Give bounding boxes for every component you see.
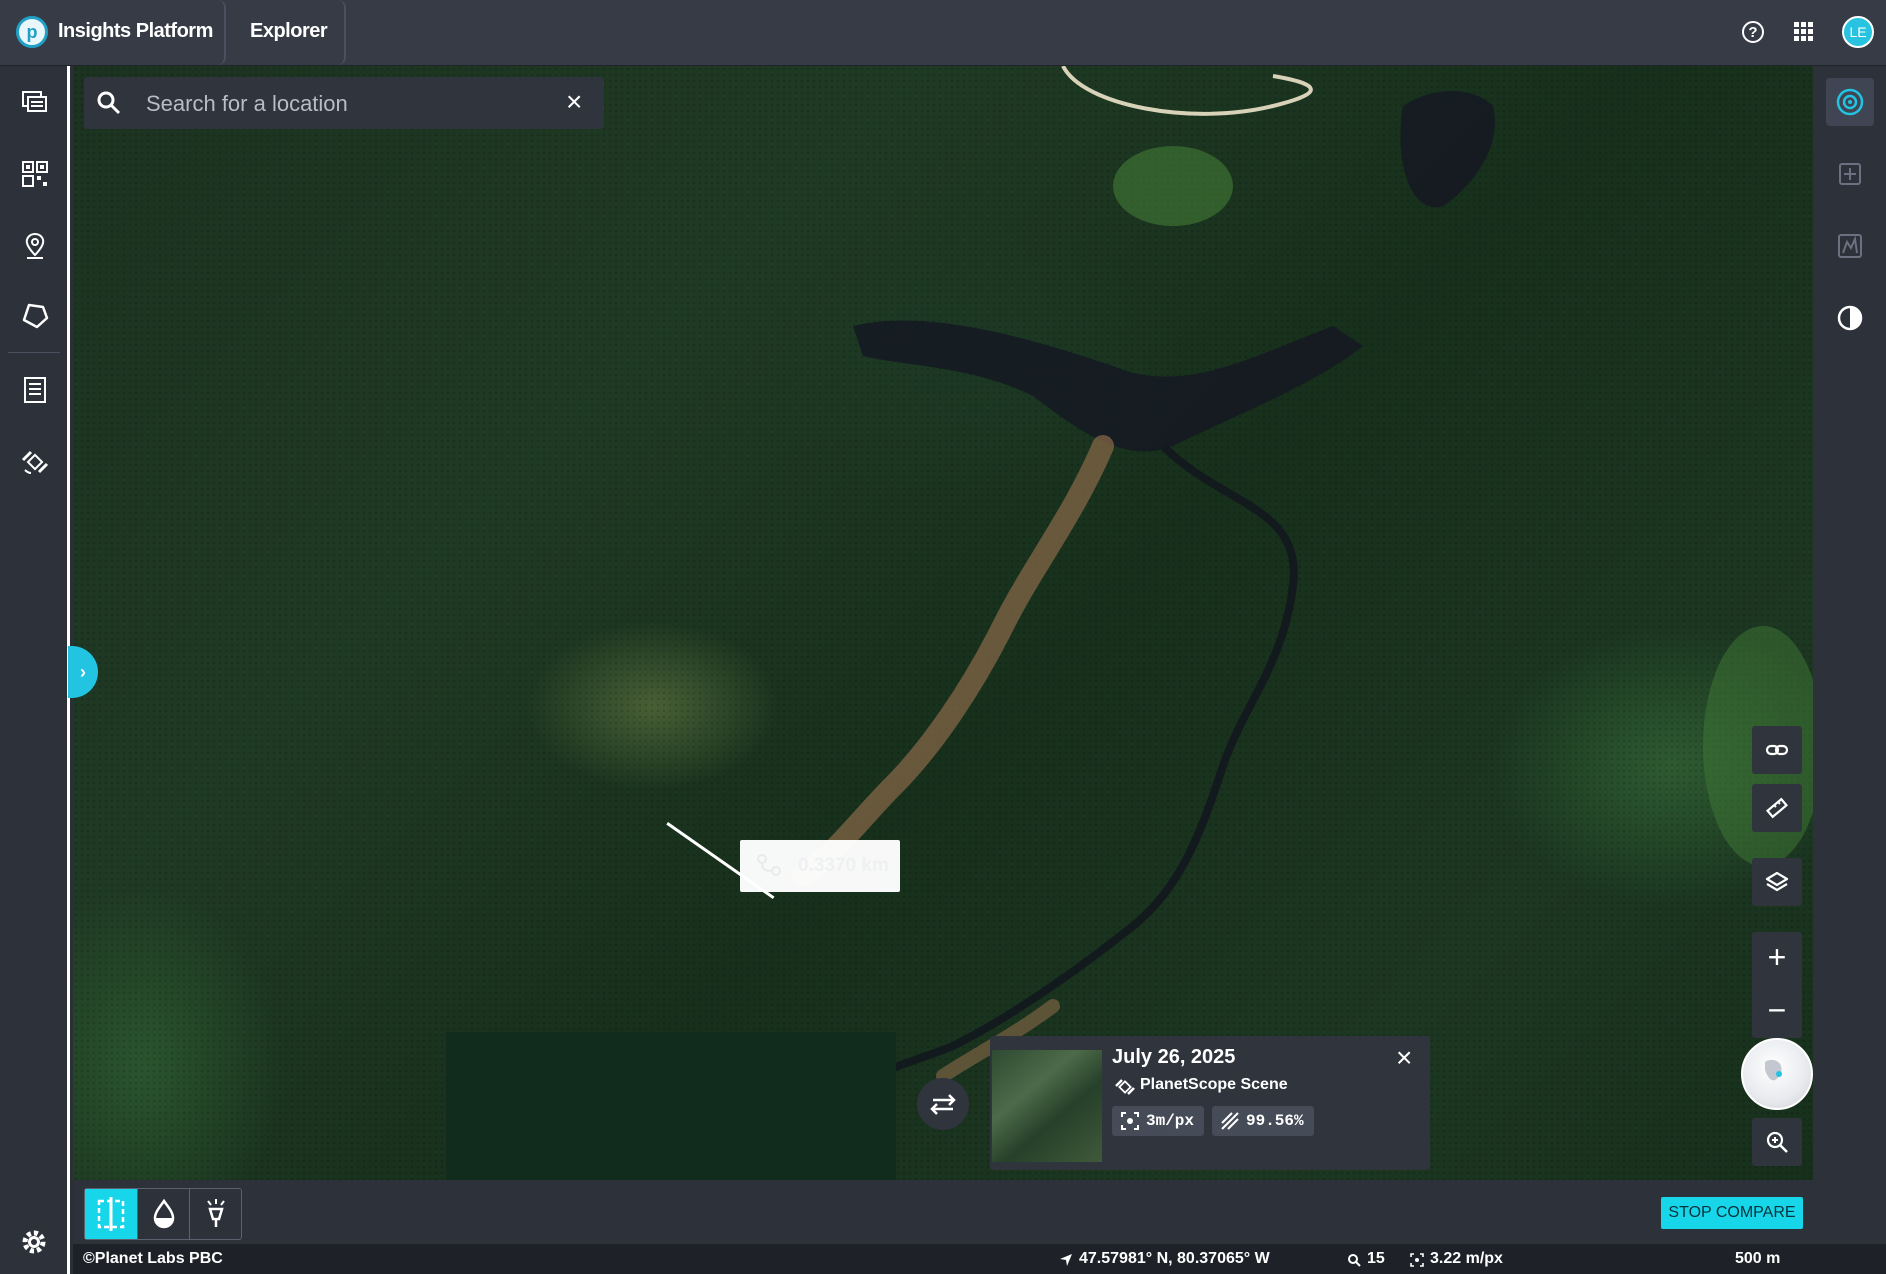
scale-bar-label: 500 m (1735, 1250, 1781, 1267)
add-image-icon[interactable] (1832, 156, 1868, 192)
apps-grid-icon[interactable] (1794, 22, 1814, 42)
ruler-icon[interactable] (1752, 784, 1802, 832)
satellite-icon (1115, 1079, 1135, 1095)
app-name[interactable]: Insights Platform (58, 20, 213, 43)
zoom-level-icon (1348, 1254, 1361, 1267)
copyright-text: ©Planet Labs PBC (83, 1250, 223, 1267)
search-icon (97, 91, 121, 115)
meadow-patch (1113, 146, 1233, 226)
document-list-icon[interactable] (19, 374, 51, 406)
distance-icon (757, 854, 781, 876)
lake-shape (853, 320, 1363, 452)
cursor-coordinates: 47.57981° N, 80.37065° W (1079, 1250, 1270, 1267)
status-footer: ©Planet Labs PBC 47.57981° N, 80.37065° … (73, 1244, 1886, 1274)
tab-divider (218, 0, 226, 65)
close-icon[interactable]: × (1396, 1042, 1412, 1074)
map-resolution: 3.22 m/px (1430, 1250, 1503, 1267)
layers-icon[interactable] (1752, 858, 1802, 906)
compare-mode-group (84, 1188, 242, 1240)
split-view-icon[interactable] (85, 1189, 137, 1239)
location-arrow-icon (1060, 1254, 1072, 1266)
zoom-in-plus-icon[interactable]: + (1752, 932, 1802, 985)
zoom-level: 15 (1367, 1250, 1385, 1267)
search-bar: × (84, 77, 604, 129)
satellite-icon[interactable] (19, 446, 51, 478)
chart-frame-icon[interactable] (1832, 228, 1868, 264)
coverage-icon (1221, 1112, 1239, 1130)
clearing-strip (792, 435, 1114, 887)
scene-thumbnail[interactable] (992, 1050, 1102, 1162)
help-icon[interactable]: ? (1742, 21, 1764, 43)
resolution-icon (1121, 1112, 1139, 1130)
contrast-icon[interactable] (1832, 300, 1868, 336)
map-features (792, 66, 1813, 1119)
radar-icon[interactable] (1832, 84, 1868, 120)
globe-minimap[interactable] (1741, 1038, 1813, 1110)
swap-icon[interactable] (917, 1078, 969, 1130)
search-input[interactable] (144, 87, 528, 121)
measurement-distance: 0.3370 km (798, 855, 889, 876)
feed-icon[interactable] (19, 86, 51, 118)
scene-card[interactable]: July 26, 2025 PlanetScope Scene × 3m/px … (990, 1036, 1430, 1170)
zoom-controls: + − (1752, 932, 1802, 1038)
resolution-value: 3m/px (1146, 1112, 1195, 1130)
location-pin-icon[interactable] (19, 230, 51, 262)
sidebar-divider (8, 352, 60, 353)
spotlight-icon[interactable] (189, 1189, 242, 1239)
satellite-map[interactable] (73, 66, 1813, 1180)
zoom-out-minus-icon[interactable]: − (1752, 985, 1802, 1038)
coverage-value: 99.56% (1246, 1112, 1304, 1130)
bottom-toolbar (73, 1180, 1886, 1244)
scene-date: July 26, 2025 (1112, 1046, 1236, 1068)
platform-logo[interactable]: p (16, 16, 48, 48)
zoom-search-icon[interactable] (1752, 1118, 1802, 1166)
measurement-label: 0.3370 km (740, 840, 900, 892)
link-icon[interactable] (1752, 726, 1802, 774)
road-line (1061, 66, 1313, 116)
scene-type: PlanetScope Scene (1140, 1076, 1288, 1093)
stop-compare-button[interactable]: STOP COMPARE (1661, 1197, 1803, 1229)
pond-shape (1400, 91, 1495, 208)
close-icon[interactable]: × (566, 87, 582, 117)
polygon-icon[interactable] (19, 300, 51, 332)
grid-qr-icon[interactable] (19, 158, 51, 190)
tab-explorer[interactable]: Explorer (250, 20, 328, 43)
tab-divider (338, 0, 346, 65)
resolution-icon (1410, 1253, 1424, 1267)
coverage-chip: 99.56% (1212, 1106, 1314, 1136)
gear-icon[interactable] (18, 1226, 50, 1258)
resolution-chip: 3m/px (1112, 1106, 1205, 1136)
opacity-drop-icon[interactable] (137, 1189, 190, 1239)
compare-left-pane (446, 1032, 896, 1180)
user-avatar[interactable]: LE (1842, 16, 1874, 48)
